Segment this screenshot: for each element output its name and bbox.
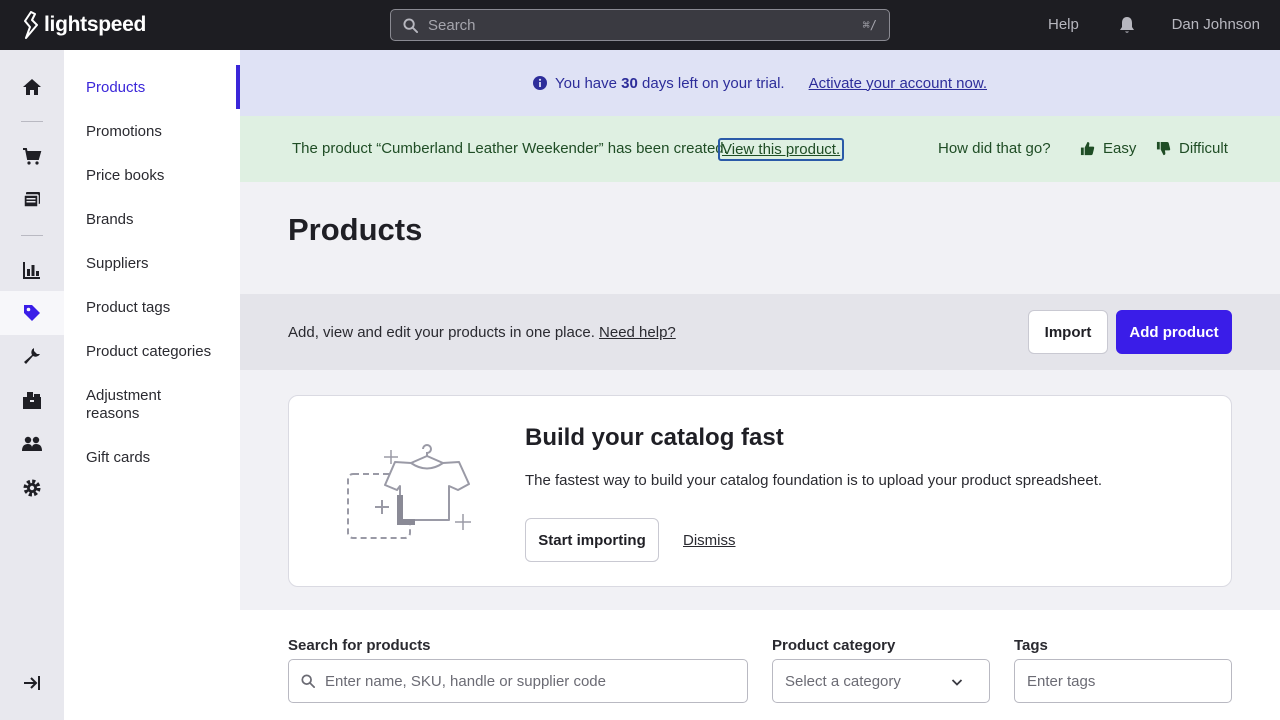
feedback-difficult-label: Difficult [1179,140,1228,157]
subnav-item-brands[interactable]: Brands [64,211,240,229]
product-filters: Search for products Enter name, SKU, han… [240,610,1280,720]
thumbs-down-icon [1156,141,1171,156]
dismiss-link[interactable]: Dismiss [683,532,736,549]
catalog-subnav: Products Promotions Price books Brands S… [64,50,240,720]
products-action-bar: Add, view and edit your products in one … [240,294,1280,370]
tools-icon [24,348,40,364]
feedback-difficult-button[interactable]: Difficult [1156,140,1228,157]
icon-rail [0,50,64,720]
global-search[interactable]: ⌘/ [390,9,890,41]
global-search-input[interactable] [428,16,863,34]
customers-icon [22,436,42,451]
brand-name: lightspeed [44,13,147,36]
subnav-item-gift-cards[interactable]: Gift cards [64,449,240,467]
rail-sell[interactable] [0,134,64,178]
product-category-select[interactable]: Select a category [772,659,990,703]
bell-icon[interactable] [1119,16,1135,34]
subnav-item-products[interactable]: Products [64,79,240,97]
chevron-down-icon [951,679,963,686]
flame-icon [24,11,38,39]
catalog-illustration [347,444,471,539]
import-button[interactable]: Import [1028,310,1108,354]
trial-prefix: You have [554,74,622,92]
search-products-label: Search for products [288,637,431,654]
subnav-item-product-tags[interactable]: Product tags [64,299,240,317]
rail-sales-ledger[interactable] [0,178,64,222]
help-link[interactable]: Help [1048,16,1079,33]
thumbs-up-icon [1080,141,1095,156]
tags-input[interactable]: Enter tags [1014,659,1232,703]
tags-label: Tags [1014,637,1048,654]
products-description: Add, view and edit your products in one … [288,324,676,341]
register-icon [23,192,40,208]
rail-home[interactable] [0,65,64,109]
trial-banner: You have 30 days left on your trial. Act… [240,50,1280,116]
need-help-link[interactable]: Need help? [599,324,676,341]
trial-days: 30 [621,74,638,92]
add-product-button[interactable]: Add product [1116,310,1232,354]
home-icon [23,79,41,95]
rail-catalog[interactable] [0,291,64,335]
feedback-easy-button[interactable]: Easy [1080,140,1136,157]
tags-placeholder: Enter tags [1027,672,1096,690]
rail-customers[interactable] [0,422,64,466]
subnav-item-suppliers[interactable]: Suppliers [64,255,240,273]
catalog-onboarding-card: Build your catalog fast The fastest way … [288,395,1232,587]
cart-icon [23,148,42,165]
rail-divider [21,121,43,122]
expand-icon [24,676,40,690]
feedback-question: How did that go? [938,140,1051,157]
description-text: Add, view and edit your products in one … [288,324,595,341]
tag-icon [24,305,40,321]
product-category-value: Select a category [785,672,901,690]
rail-reporting[interactable] [0,248,64,292]
inventory-icon [23,392,41,409]
success-notification: The product “Cumberland Leather Weekende… [240,116,1280,182]
reports-icon [23,262,40,279]
start-importing-button[interactable]: Start importing [525,518,659,562]
card-description: The fastest way to build your catalog fo… [525,472,1103,489]
search-icon [301,674,315,688]
page-title: Products [288,212,423,247]
search-shortcut: ⌘/ [862,18,877,32]
feedback-easy-label: Easy [1103,140,1137,157]
rail-expand[interactable] [0,661,64,705]
rail-settings[interactable] [0,466,64,510]
card-title: Build your catalog fast [525,424,784,451]
rail-divider [21,235,43,236]
trial-message: You have 30 days left on your trial. [555,75,785,92]
product-category-label: Product category [772,637,896,654]
top-bar: lightspeed ⌘/ Help Dan Johnson [0,0,1280,50]
search-products-input[interactable]: Enter name, SKU, handle or supplier code [288,659,748,703]
trial-suffix: days left on your trial. [637,74,785,92]
main-content: You have 30 days left on your trial. Act… [240,50,1280,720]
brand-logo[interactable]: lightspeed [22,11,146,39]
subnav-item-price-books[interactable]: Price books [64,167,240,185]
info-icon [532,76,547,90]
rail-setup[interactable] [0,334,64,378]
subnav-item-promotions[interactable]: Promotions [64,123,240,141]
subnav-item-adjustment-reasons[interactable]: Adjustment reasons [64,387,204,423]
subnav-item-product-categories[interactable]: Product categories [64,343,240,361]
view-product-link[interactable]: View this product. [718,138,845,161]
activate-account-link[interactable]: Activate your account now. [809,75,987,92]
search-icon [403,17,418,33]
success-message: The product “Cumberland Leather Weekende… [292,140,728,157]
gear-icon [23,479,41,497]
rail-inventory[interactable] [0,378,64,422]
search-products-placeholder: Enter name, SKU, handle or supplier code [325,672,606,690]
user-menu[interactable]: Dan Johnson [1172,16,1260,33]
